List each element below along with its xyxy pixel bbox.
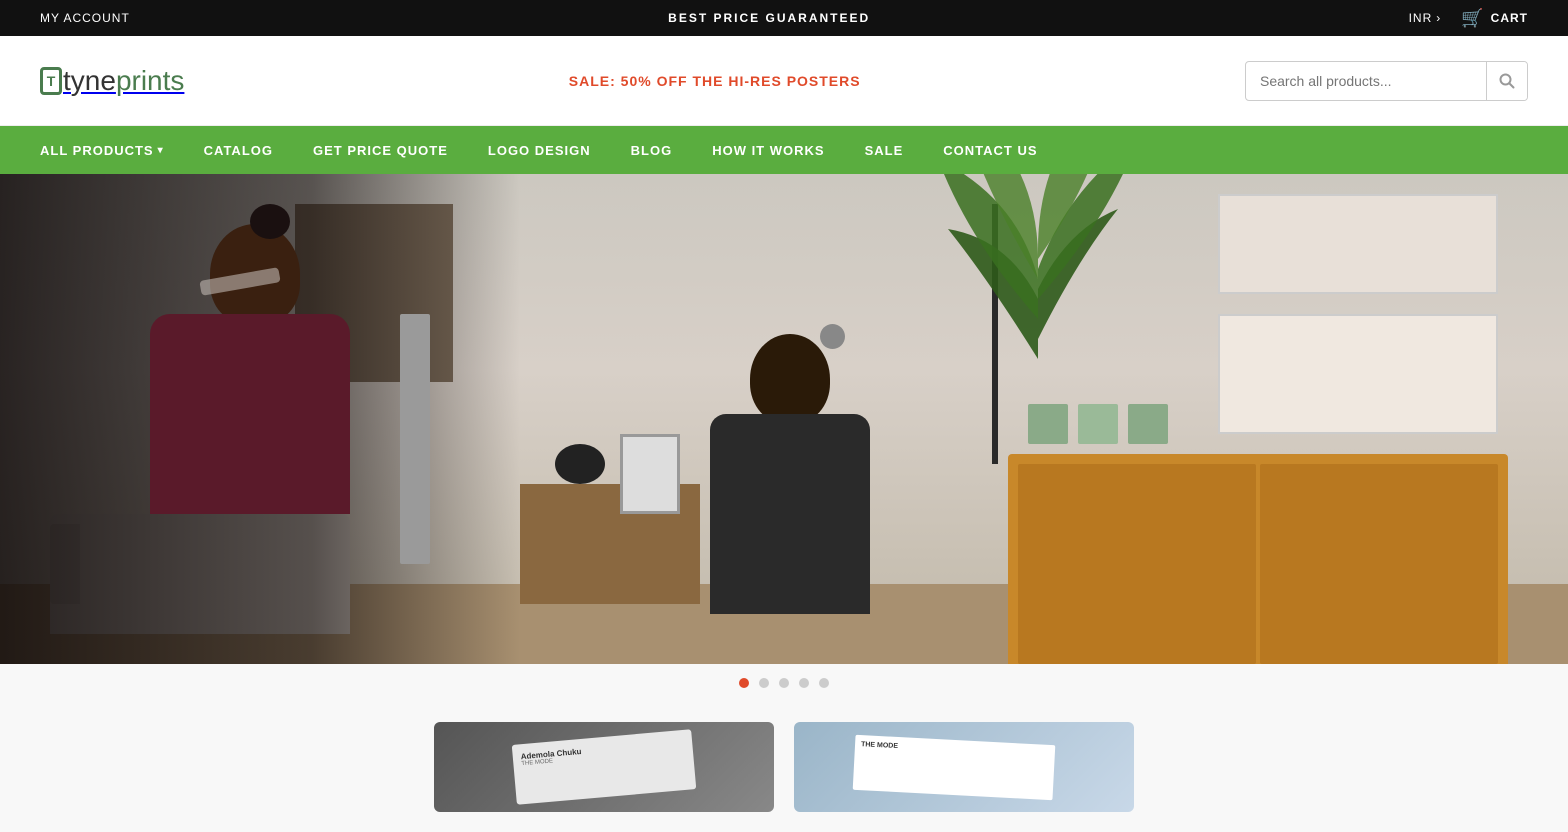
photo-frame bbox=[620, 434, 680, 514]
nav-all-products-label: ALL PRODUCTS bbox=[40, 143, 154, 158]
product-card-2[interactable]: THE MODE bbox=[794, 722, 1134, 812]
logo-icon bbox=[40, 67, 62, 95]
products-section: Ademola Chuku THE MODE THE MODE bbox=[0, 702, 1568, 832]
cabinet bbox=[1008, 454, 1508, 664]
search-button[interactable] bbox=[1486, 61, 1527, 101]
top-bar-right: INR › 🛒 CART bbox=[1409, 8, 1528, 29]
search-input[interactable] bbox=[1246, 73, 1486, 89]
nav-logo-design[interactable]: LOGO DESIGN bbox=[468, 126, 611, 174]
plant-svg bbox=[928, 174, 1148, 359]
speaker bbox=[555, 444, 605, 484]
nav-get-price-quote-label: GET PRICE QUOTE bbox=[313, 143, 448, 158]
product-sample-2: THE MODE bbox=[853, 735, 1056, 800]
nav-how-it-works-label: HOW IT WORKS bbox=[712, 143, 824, 158]
best-price-label: BEST PRICE GUARANTEED bbox=[668, 11, 870, 25]
nav-sale-label: SALE bbox=[865, 143, 904, 158]
carousel-dot-1[interactable] bbox=[739, 678, 749, 688]
logo-text-tyne: tyne bbox=[63, 65, 116, 97]
hero-banner bbox=[0, 174, 1568, 664]
plant-leaves bbox=[928, 174, 1148, 364]
carousel-dot-2[interactable] bbox=[759, 678, 769, 688]
product-card-2-content: THE MODE bbox=[794, 722, 1134, 812]
carousel-dots bbox=[0, 664, 1568, 702]
chevron-right-icon: › bbox=[1436, 11, 1441, 25]
dyson-fan bbox=[400, 314, 430, 564]
header: tyneprints SALE: 50% OFF THE HI-RES POST… bbox=[0, 36, 1568, 126]
sale-banner: SALE: 50% OFF THE HI-RES POSTERS bbox=[569, 73, 861, 89]
main-nav: ALL PRODUCTS ▾ CATALOG GET PRICE QUOTE L… bbox=[0, 126, 1568, 174]
chevron-down-icon: ▾ bbox=[158, 145, 164, 156]
nav-catalog[interactable]: CATALOG bbox=[184, 126, 293, 174]
currency-selector[interactable]: INR › bbox=[1409, 11, 1442, 25]
nav-logo-design-label: LOGO DESIGN bbox=[488, 143, 591, 158]
nav-catalog-label: CATALOG bbox=[204, 143, 273, 158]
nav-sale[interactable]: SALE bbox=[845, 126, 924, 174]
top-bar: MY ACCOUNT BEST PRICE GUARANTEED INR › 🛒… bbox=[0, 0, 1568, 36]
nav-contact-us-label: CONTACT US bbox=[943, 143, 1037, 158]
nav-contact-us[interactable]: CONTACT US bbox=[923, 126, 1057, 174]
wall-art-right-bottom bbox=[1218, 314, 1498, 434]
logo-text-prints: prints bbox=[116, 65, 184, 97]
cart-icon: 🛒 bbox=[1461, 8, 1484, 29]
product-card-1[interactable]: Ademola Chuku THE MODE bbox=[434, 722, 774, 812]
woman-figure bbox=[50, 174, 430, 664]
nav-get-price-quote[interactable]: GET PRICE QUOTE bbox=[293, 126, 468, 174]
wall-art-right-top bbox=[1218, 194, 1498, 294]
product-card-1-content: Ademola Chuku THE MODE bbox=[434, 722, 774, 812]
cart-label: CART bbox=[1491, 11, 1528, 25]
cabinet-top-items bbox=[1028, 404, 1168, 444]
cart-button[interactable]: 🛒 CART bbox=[1461, 8, 1528, 29]
carousel-dot-4[interactable] bbox=[799, 678, 809, 688]
nav-blog[interactable]: BLOG bbox=[611, 126, 693, 174]
cabinet-doors bbox=[1018, 464, 1498, 664]
nav-all-products[interactable]: ALL PRODUCTS ▾ bbox=[20, 126, 184, 174]
product-sample-1: Ademola Chuku THE MODE bbox=[512, 729, 697, 804]
wall-light bbox=[820, 324, 845, 349]
man-figure bbox=[680, 284, 900, 664]
search-bar bbox=[1245, 61, 1528, 101]
search-icon bbox=[1499, 73, 1515, 89]
carousel-dot-3[interactable] bbox=[779, 678, 789, 688]
currency-label: INR bbox=[1409, 11, 1433, 25]
logo[interactable]: tyneprints bbox=[40, 65, 184, 97]
my-account-link[interactable]: MY ACCOUNT bbox=[40, 11, 130, 25]
hero-image bbox=[0, 174, 1568, 664]
nav-blog-label: BLOG bbox=[631, 143, 673, 158]
nav-how-it-works[interactable]: HOW IT WORKS bbox=[692, 126, 844, 174]
carousel-dot-5[interactable] bbox=[819, 678, 829, 688]
